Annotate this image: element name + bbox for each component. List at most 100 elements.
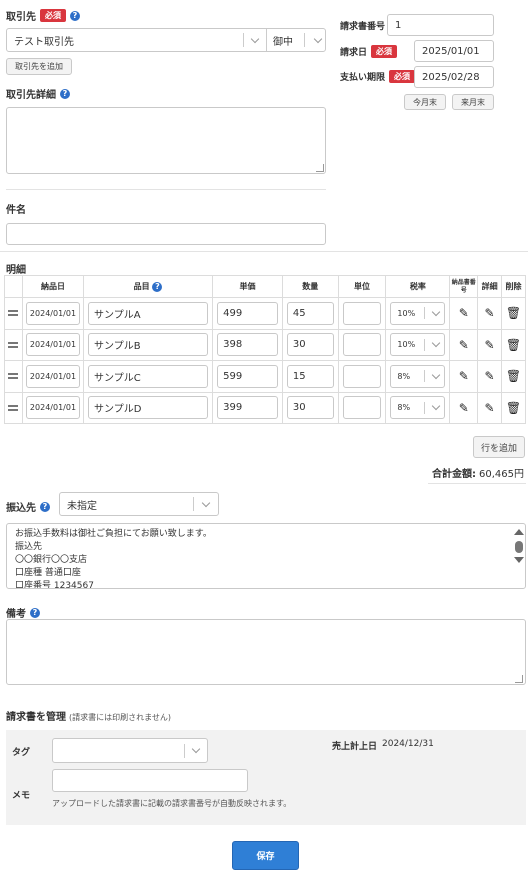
quantity-cell: 30 bbox=[281, 391, 339, 424]
item-name-input[interactable]: サンプルD bbox=[88, 396, 209, 420]
pencil-icon[interactable]: ✎ bbox=[485, 338, 495, 352]
unit-input[interactable] bbox=[342, 333, 382, 357]
due-date-input[interactable]: 2025/02/28 bbox=[414, 66, 494, 88]
tax-cell: 8% bbox=[385, 360, 451, 393]
divider bbox=[6, 189, 326, 190]
help-icon[interactable]: ? bbox=[152, 282, 163, 292]
chevron-down-icon[interactable] bbox=[431, 307, 441, 316]
delivery-date-header: 納品日 bbox=[21, 275, 85, 298]
quantity-input[interactable]: 30 bbox=[286, 396, 334, 420]
unit-cell bbox=[337, 360, 387, 393]
drag-handle-icon[interactable] bbox=[8, 373, 19, 380]
bank-select[interactable]: 未指定 bbox=[59, 492, 219, 516]
unit-input[interactable] bbox=[342, 364, 382, 388]
chevron-down-icon[interactable] bbox=[194, 498, 218, 507]
client-detail-textarea[interactable] bbox=[6, 107, 326, 174]
delivery-date-input[interactable]: 2024/01/01 bbox=[25, 301, 81, 325]
unit-input[interactable] bbox=[342, 396, 382, 420]
tax-value: 8% bbox=[397, 371, 411, 381]
chevron-down-icon[interactable] bbox=[431, 370, 441, 379]
resize-handle-icon[interactable] bbox=[515, 675, 523, 683]
trash-icon[interactable]: 🗑 bbox=[506, 338, 521, 352]
invoice-date-label: 請求日 bbox=[340, 48, 368, 58]
unit-input[interactable] bbox=[342, 301, 382, 325]
tax-select[interactable]: 8% bbox=[390, 396, 446, 420]
add-row-button[interactable]: 行を追加 bbox=[473, 436, 525, 458]
remarks-textarea[interactable] bbox=[6, 619, 526, 685]
pencil-icon[interactable]: ✎ bbox=[459, 401, 469, 415]
scroll-down-icon[interactable] bbox=[513, 557, 524, 563]
help-icon[interactable]: ? bbox=[70, 10, 80, 21]
drag-handle-icon[interactable] bbox=[8, 404, 19, 411]
table-row: 2024/01/01 サンプルB 398 30 10% ✎ ✎ 🗑 bbox=[4, 328, 526, 361]
memo-input[interactable] bbox=[52, 769, 248, 792]
next-month-end-button[interactable]: 来月末 bbox=[452, 94, 494, 110]
price-input[interactable]: 398 bbox=[217, 333, 278, 357]
item-cell: サンプルA bbox=[83, 297, 214, 330]
bank-text-line: 〇〇銀行〇〇支店 bbox=[15, 555, 88, 565]
save-button[interactable]: 保存 bbox=[232, 841, 299, 870]
subject-input[interactable] bbox=[6, 223, 326, 245]
chevron-down-icon[interactable] bbox=[431, 402, 441, 411]
item-name-input[interactable]: サンプルC bbox=[88, 364, 209, 388]
chevron-down-icon[interactable] bbox=[244, 34, 266, 43]
delivery-date-cell: 2024/01/01 bbox=[21, 328, 85, 361]
item-name-input[interactable]: サンプルB bbox=[88, 333, 209, 357]
scrollbar-thumb[interactable] bbox=[514, 541, 523, 553]
divider bbox=[0, 251, 528, 252]
tax-select[interactable]: 8% bbox=[390, 364, 446, 388]
invoice-date-required-badge: 必須 bbox=[371, 45, 398, 58]
item-header: 品目 ? bbox=[83, 275, 214, 298]
tag-select[interactable] bbox=[52, 738, 208, 763]
trash-icon[interactable]: 🗑 bbox=[506, 369, 521, 383]
bank-textarea-scrollbar[interactable] bbox=[512, 523, 525, 588]
bank-label: 振込先 bbox=[6, 503, 36, 514]
tax-select-divider bbox=[424, 307, 426, 320]
add-client-button[interactable]: 取引先を追加 bbox=[6, 58, 72, 75]
trash-icon[interactable]: 🗑 bbox=[506, 401, 521, 415]
tax-value: 10% bbox=[397, 340, 416, 350]
pencil-icon[interactable]: ✎ bbox=[459, 369, 469, 383]
item-name-input[interactable]: サンプルA bbox=[88, 301, 209, 325]
help-icon[interactable]: ? bbox=[60, 88, 70, 99]
quantity-input[interactable]: 15 bbox=[286, 364, 334, 388]
chevron-down-icon[interactable] bbox=[311, 34, 325, 43]
pencil-icon[interactable]: ✎ bbox=[485, 369, 495, 383]
client-select[interactable]: テスト取引先 bbox=[7, 29, 243, 51]
honorific-select[interactable]: 御中 bbox=[267, 29, 325, 51]
this-month-end-button[interactable]: 今月末 bbox=[404, 94, 446, 110]
help-icon[interactable]: ? bbox=[30, 607, 40, 618]
drag-handle-cell bbox=[4, 360, 23, 393]
total-label: 合計金額: bbox=[432, 469, 476, 480]
trash-icon[interactable]: 🗑 bbox=[506, 306, 521, 320]
chevron-down-icon[interactable] bbox=[185, 744, 207, 754]
pencil-icon[interactable]: ✎ bbox=[485, 306, 495, 320]
price-cell: 599 bbox=[212, 360, 283, 393]
delivery-date-cell: 2024/01/01 bbox=[21, 391, 85, 424]
price-input[interactable]: 399 bbox=[217, 396, 278, 420]
due-date-value: 2025/02/28 bbox=[422, 71, 480, 83]
price-input[interactable]: 499 bbox=[217, 301, 278, 325]
scroll-up-icon[interactable] bbox=[513, 529, 524, 535]
quantity-input[interactable]: 45 bbox=[286, 301, 334, 325]
bank-textarea[interactable]: お振込手数料は御社ご負担にてお願い致します。 振込先 〇〇銀行〇〇支店 口座種 … bbox=[6, 523, 526, 589]
price-input[interactable]: 599 bbox=[217, 364, 278, 388]
drag-handle-icon[interactable] bbox=[8, 341, 19, 348]
delivery-date-input[interactable]: 2024/01/01 bbox=[25, 396, 81, 420]
chevron-down-icon[interactable] bbox=[431, 339, 441, 348]
tax-select[interactable]: 10% bbox=[390, 333, 446, 357]
delivery-date-input[interactable]: 2024/01/01 bbox=[25, 364, 81, 388]
pencil-icon[interactable]: ✎ bbox=[485, 401, 495, 415]
delivery-date-input[interactable]: 2024/01/01 bbox=[25, 333, 81, 357]
unit-cell bbox=[337, 328, 387, 361]
pencil-icon[interactable]: ✎ bbox=[459, 338, 469, 352]
tax-select[interactable]: 10% bbox=[390, 301, 446, 325]
invoice-number-input[interactable]: 1 bbox=[387, 14, 494, 36]
resize-handle-icon[interactable] bbox=[316, 164, 324, 172]
pencil-icon[interactable]: ✎ bbox=[459, 306, 469, 320]
invoice-date-input[interactable]: 2025/01/01 bbox=[414, 40, 494, 62]
unit-price-header: 単価 bbox=[212, 275, 283, 298]
quantity-input[interactable]: 30 bbox=[286, 333, 334, 357]
help-icon[interactable]: ? bbox=[40, 501, 50, 512]
drag-handle-icon[interactable] bbox=[8, 310, 19, 317]
